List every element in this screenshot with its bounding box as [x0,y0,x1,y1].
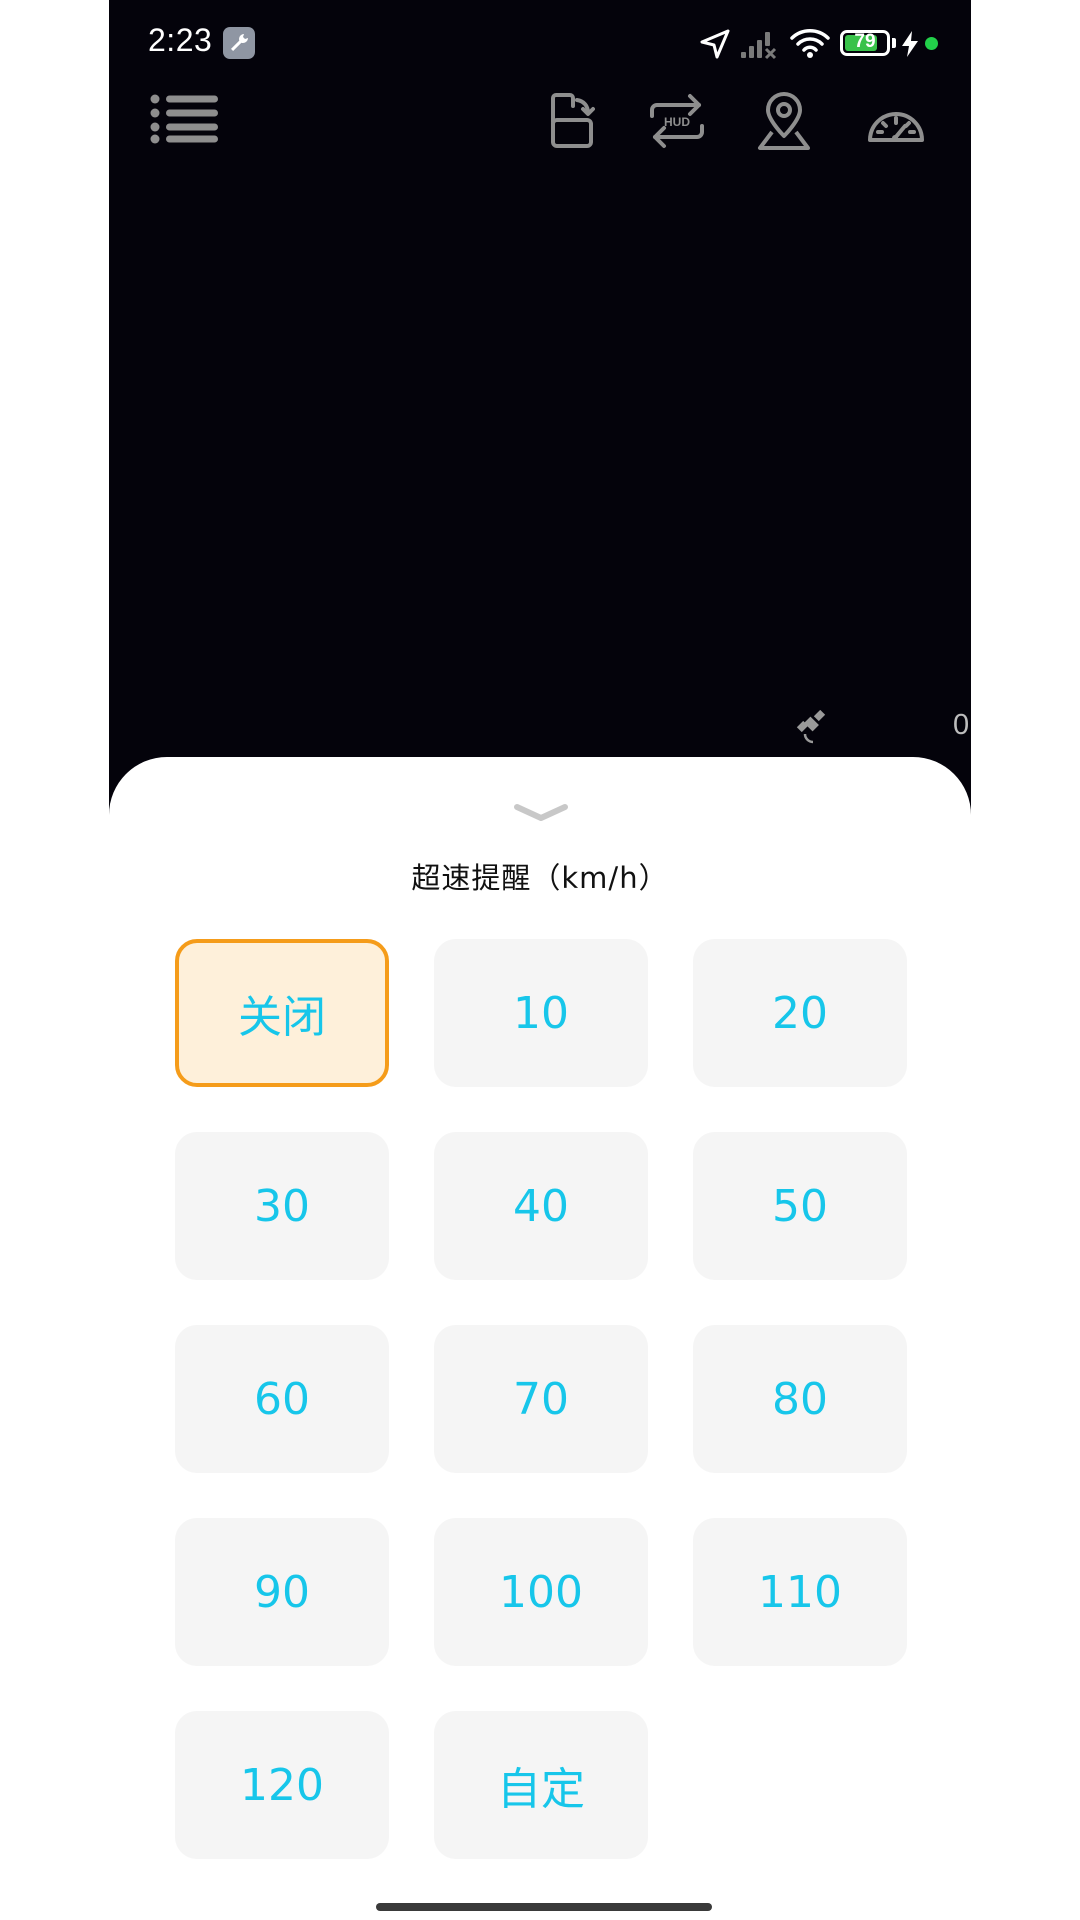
speedometer-icon[interactable] [866,96,926,146]
charging-bolt-icon [902,31,918,57]
menu-list-icon[interactable] [150,94,220,144]
collapse-chevron-icon[interactable] [513,803,569,823]
home-indicator[interactable] [376,1903,712,1911]
location-arrow-icon [700,29,730,59]
hud-label: HUD [664,115,690,129]
speed-option-button[interactable]: 100 [434,1518,648,1666]
battery-level-text: 79 [854,31,876,52]
speed-option-button[interactable]: 80 [693,1325,907,1473]
speed-option-button[interactable]: 120 [175,1711,389,1859]
speed-option-button[interactable]: 20 [693,939,907,1087]
satellite-count: 0 [953,709,970,741]
battery-icon: 79 [840,30,890,56]
speed-option-button[interactable]: 关闭 [175,939,389,1087]
speed-option-button[interactable]: 10 [434,939,648,1087]
status-bar: 2:23 79 [109,0,971,86]
app-screen: 2:23 79 HUD 0 超速提醒（km/h） 关闭 10 20 30 40 … [109,0,971,1920]
status-time: 2:23 [148,22,213,58]
speed-option-button[interactable]: 30 [175,1132,389,1280]
speed-option-button[interactable]: 110 [693,1518,907,1666]
wrench-icon [223,27,255,59]
speed-alert-sheet: 超速提醒（km/h） 关闭 10 20 30 40 50 60 70 80 90 100 110 120… [109,757,971,1920]
wifi-icon [790,29,830,58]
battery-tip [892,38,896,48]
satellite-icon [796,710,826,744]
speed-option-button[interactable]: 70 [434,1325,648,1473]
privacy-dot-icon [925,37,938,50]
speed-option-button[interactable]: 50 [693,1132,907,1280]
speed-option-button[interactable]: 60 [175,1325,389,1473]
speed-option-button[interactable]: 90 [175,1518,389,1666]
signal-off-icon [741,32,777,60]
map-pin-icon[interactable] [756,92,812,152]
rotate-screen-icon[interactable] [537,92,595,150]
speed-option-button[interactable]: 40 [434,1132,648,1280]
sheet-title: 超速提醒（km/h） [411,861,669,895]
speed-option-button[interactable]: 自定 [434,1711,648,1859]
hud-mirror-icon[interactable]: HUD [646,92,708,150]
